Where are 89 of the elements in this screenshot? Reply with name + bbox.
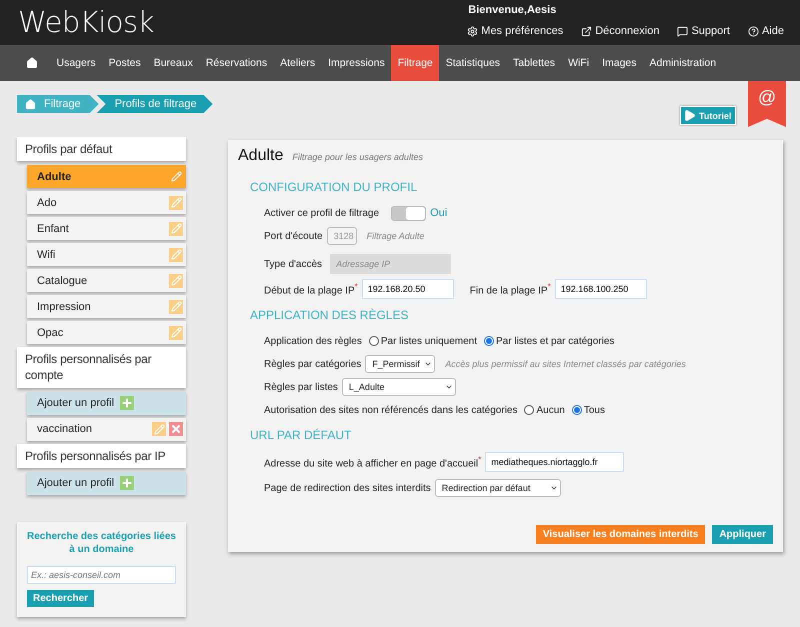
nav-tab[interactable]: Tablettes: [506, 45, 562, 81]
field-label: Type d'accès: [264, 258, 322, 270]
radio-option[interactable]: Aucun: [521, 404, 565, 416]
radio-button[interactable]: [484, 336, 494, 346]
plus-icon: [120, 476, 134, 490]
help-icon: [748, 26, 759, 36]
nav-tab[interactable]: Réservations: [199, 45, 274, 81]
header-link[interactable]: Aide: [748, 25, 784, 37]
field-label: Autorisation des sites non référencés dans les catégories: [264, 404, 518, 416]
pencil-icon[interactable]: [152, 422, 166, 436]
category-rules-select[interactable]: F_Permissif: [365, 355, 436, 373]
chat-icon: [677, 26, 688, 36]
ribbon[interactable]: @: [748, 81, 786, 127]
pencil-icon[interactable]: [169, 326, 183, 340]
pencil-icon[interactable]: [169, 222, 183, 236]
radio-option[interactable]: Par listes uniquement: [366, 336, 478, 346]
category-note: Accès plus permissif au sites Internet classés par catégories: [445, 359, 686, 369]
nav-tab[interactable]: Images: [596, 45, 643, 81]
delete-icon[interactable]: [169, 422, 183, 436]
panel-title: Adulte: [238, 147, 284, 165]
caret-icon: [444, 383, 453, 391]
field-label: Page de redirection des sites interdits: [264, 482, 431, 494]
field-label: Début de la plage IP$^{*}$: [264, 282, 358, 296]
toggle-value: Oui: [430, 207, 448, 219]
homepage-field[interactable]: mediatheques.niortagglo.fr: [485, 452, 624, 472]
search-title: Recherche des catégories liées à un domaine: [27, 530, 176, 556]
profile-item[interactable]: Opac: [27, 321, 186, 344]
group-title: Profils par défaut: [17, 137, 186, 162]
pencil-icon[interactable]: [169, 248, 183, 262]
field-label: Règles par listes: [264, 382, 338, 392]
logo: WebKiosk: [18, 4, 154, 41]
radio-button[interactable]: [368, 336, 379, 346]
nav-tab[interactable]: Impressions: [322, 45, 392, 81]
add-profile-button[interactable]: Ajouter un profil: [27, 472, 186, 495]
pencil-icon[interactable]: [169, 170, 183, 184]
ip-start-field[interactable]: 192.168.20.50: [362, 279, 454, 299]
plus-icon: [120, 396, 134, 410]
group-title: Profils personnalisés par IP: [17, 444, 186, 468]
external-link-icon: [581, 26, 592, 36]
field-label: Activer ce profil de filtrage: [264, 208, 380, 218]
play-icon: [683, 109, 696, 122]
header-link[interactable]: Support: [677, 25, 730, 37]
add-profile-button[interactable]: Ajouter un profil: [27, 392, 186, 415]
profile-item[interactable]: Adulte: [27, 165, 186, 188]
home-icon: [25, 98, 36, 110]
welcome-text: Bienvenue,Aesis: [468, 4, 558, 16]
caret-icon: [550, 484, 558, 492]
radio-option[interactable]: Tous: [568, 404, 605, 416]
field-label: Règles par catégories: [264, 358, 362, 370]
section-heading: APPLICATION DES RÈGLES: [250, 308, 410, 322]
redirect-select[interactable]: Redirection par défaut: [434, 479, 561, 497]
nav-tab[interactable]: Statistiques: [439, 45, 507, 81]
header-link[interactable]: Déconnexion: [581, 25, 660, 37]
list-rules-select[interactable]: L_Adulte: [342, 378, 456, 396]
home-icon: [26, 57, 38, 69]
radio-option[interactable]: Par listes et par catégories: [481, 336, 614, 346]
section-heading: URL PAR DÉFAUT: [250, 428, 352, 442]
radio-button[interactable]: [572, 405, 582, 415]
section-heading: CONFIGURATION DU PROFIL: [250, 180, 418, 194]
toggle-switch[interactable]: [391, 206, 426, 220]
nav-tab[interactable]: Postes: [102, 45, 148, 81]
nav-tab[interactable]: Filtrage: [391, 45, 440, 81]
nav-tab[interactable]: Administration: [643, 45, 723, 81]
panel-subtitle: Filtrage pour les usagers adultes: [292, 152, 423, 162]
profile-item[interactable]: vaccination: [27, 418, 186, 441]
profile-item[interactable]: Catalogue: [27, 269, 186, 292]
field-label: Adresse du site web à afficher en page d'accueil$^{*}$: [264, 454, 482, 470]
pencil-icon[interactable]: [169, 196, 183, 210]
caret-icon: [424, 360, 432, 368]
profile-item[interactable]: Wifi: [27, 243, 186, 266]
group-title: Profils personnalisés par compte: [17, 347, 186, 388]
radio-button[interactable]: [524, 405, 534, 415]
nav-tab[interactable]: WiFi: [562, 45, 596, 81]
domain-field[interactable]: Ex.: aesis-conseil.com: [27, 566, 176, 584]
nav-tab[interactable]: Ateliers: [274, 45, 322, 81]
nav-tab[interactable]: Bureaux: [147, 45, 200, 81]
gear-icon: [467, 26, 478, 36]
profile-item[interactable]: Ado: [27, 191, 186, 214]
pencil-icon[interactable]: [169, 274, 183, 288]
profile-item[interactable]: Impression: [27, 295, 186, 318]
pencil-icon[interactable]: [169, 300, 183, 314]
header-link[interactable]: Mes préférences: [467, 25, 564, 37]
field-label: Fin de la plage IP$^{*}$: [470, 282, 551, 296]
profile-item[interactable]: Enfant: [27, 217, 186, 240]
field-label: Application des règles: [264, 336, 362, 346]
field-label: Port d'écoute: [264, 230, 323, 242]
ip-end-field[interactable]: 192.168.100.250: [554, 279, 647, 299]
port-note: Filtrage Adulte: [366, 231, 424, 241]
nav-tab[interactable]: Usagers: [50, 45, 102, 81]
